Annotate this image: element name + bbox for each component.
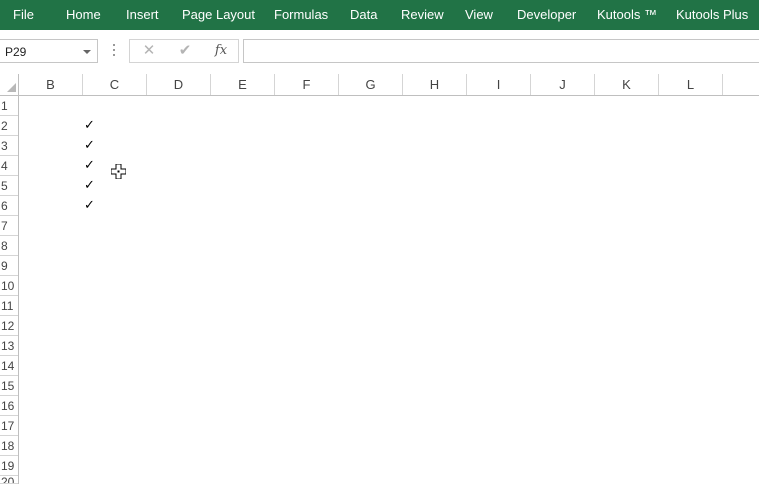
row-header-14[interactable]: 14 xyxy=(0,356,18,376)
worksheet-grid[interactable] xyxy=(19,96,759,484)
cell-select-cursor-icon xyxy=(111,164,126,179)
select-all-button[interactable] xyxy=(0,74,19,95)
column-header-k[interactable]: K xyxy=(595,74,659,95)
row-header-1[interactable]: 1 xyxy=(0,96,18,116)
row-header-7[interactable]: 7 xyxy=(0,216,18,236)
cell-b6[interactable]: ✓ xyxy=(84,196,98,216)
row-header-3[interactable]: 3 xyxy=(0,136,18,156)
row-header-15[interactable]: 15 xyxy=(0,376,18,396)
row-header-5[interactable]: 5 xyxy=(0,176,18,196)
column-header-m[interactable]: M xyxy=(723,74,759,95)
chevron-down-icon[interactable] xyxy=(83,50,91,54)
formula-bar: P29 ✕ ✔ fx xyxy=(0,30,759,74)
cell-b5[interactable]: ✓ xyxy=(84,176,98,196)
tab-file[interactable]: File xyxy=(13,0,34,30)
row-header-2[interactable]: 2 xyxy=(0,116,18,136)
column-header-i[interactable]: I xyxy=(467,74,531,95)
tab-view[interactable]: View xyxy=(465,0,493,30)
cancel-icon[interactable]: ✕ xyxy=(138,42,160,60)
formula-input[interactable] xyxy=(243,39,759,63)
column-header-l[interactable]: L xyxy=(659,74,723,95)
row-header-13[interactable]: 13 xyxy=(0,336,18,356)
tab-page-layout[interactable]: Page Layout xyxy=(182,0,255,30)
row-header-6[interactable]: 6 xyxy=(0,196,18,216)
row-headers: 1 2 3 4 5 6 7 8 9 10 11 12 13 14 15 16 1… xyxy=(0,96,19,484)
insert-function-icon[interactable]: fx xyxy=(210,42,232,60)
name-box-value: P29 xyxy=(5,45,27,59)
tab-developer[interactable]: Developer xyxy=(517,0,576,30)
name-box[interactable]: P29 xyxy=(0,39,98,63)
row-header-4[interactable]: 4 xyxy=(0,156,18,176)
cell-b3[interactable]: ✓ xyxy=(84,136,98,156)
drag-handle-icon[interactable] xyxy=(113,44,115,58)
column-header-e[interactable]: E xyxy=(211,74,275,95)
column-headers: B C D E F G H I J K L M xyxy=(0,74,759,96)
row-header-10[interactable]: 10 xyxy=(0,276,18,296)
row-header-20[interactable]: 20 xyxy=(0,476,18,484)
select-all-icon xyxy=(7,83,16,92)
column-header-c[interactable]: C xyxy=(83,74,147,95)
ribbon-tab-bar: File Home Insert Page Layout Formulas Da… xyxy=(0,0,759,30)
tab-review[interactable]: Review xyxy=(401,0,444,30)
row-header-12[interactable]: 12 xyxy=(0,316,18,336)
cell-b2[interactable]: ✓ xyxy=(84,116,98,136)
row-header-9[interactable]: 9 xyxy=(0,256,18,276)
column-header-b[interactable]: B xyxy=(19,74,83,95)
row-header-19[interactable]: 19 xyxy=(0,456,18,476)
row-header-18[interactable]: 18 xyxy=(0,436,18,456)
column-header-h[interactable]: H xyxy=(403,74,467,95)
row-header-8[interactable]: 8 xyxy=(0,236,18,256)
column-header-j[interactable]: J xyxy=(531,74,595,95)
tab-data[interactable]: Data xyxy=(350,0,377,30)
row-header-17[interactable]: 17 xyxy=(0,416,18,436)
row-header-16[interactable]: 16 xyxy=(0,396,18,416)
enter-icon[interactable]: ✔ xyxy=(174,42,196,60)
formula-buttons: ✕ ✔ fx xyxy=(129,39,239,63)
tab-insert[interactable]: Insert xyxy=(126,0,159,30)
column-header-f[interactable]: F xyxy=(275,74,339,95)
column-header-g[interactable]: G xyxy=(339,74,403,95)
tab-formulas[interactable]: Formulas xyxy=(274,0,328,30)
tab-kutools[interactable]: Kutools ™ xyxy=(597,0,657,30)
tab-home[interactable]: Home xyxy=(66,0,101,30)
row-header-11[interactable]: 11 xyxy=(0,296,18,316)
tab-kutools-plus[interactable]: Kutools Plus xyxy=(676,0,748,30)
cell-b4[interactable]: ✓ xyxy=(84,156,98,176)
column-header-d[interactable]: D xyxy=(147,74,211,95)
